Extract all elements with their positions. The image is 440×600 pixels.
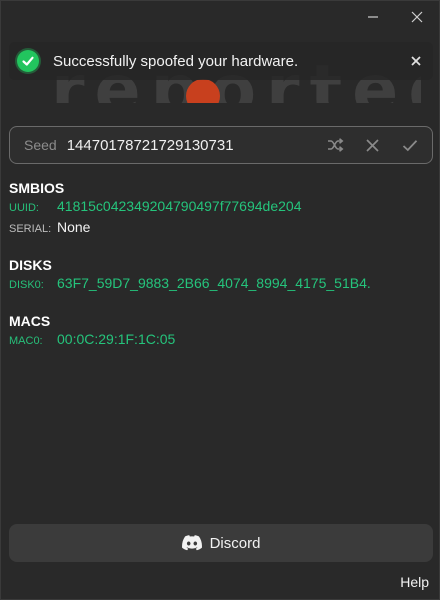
close-icon: [411, 11, 423, 23]
uuid-value: 41815c042349204790497f77694de204: [57, 198, 302, 214]
uuid-key: UUID:: [9, 202, 39, 214]
uuid-row: UUID: 41815c042349204790497f77694de204: [9, 198, 301, 219]
app-window: reported Successfully spoofed your hardw…: [0, 0, 440, 600]
disk0-key: DISK0:: [9, 279, 44, 291]
discord-label: Discord: [209, 534, 261, 552]
window-controls: [351, 1, 439, 33]
confirm-icon: [402, 139, 417, 151]
macs-title: MACS: [9, 313, 51, 329]
seed-input[interactable]: [66, 136, 317, 154]
randomize-seed-button[interactable]: [317, 129, 354, 161]
seed-field: Seed: [9, 126, 433, 164]
minimize-icon: [368, 16, 378, 18]
discord-button[interactable]: Discord: [9, 524, 433, 562]
toast-message: Successfully spoofed your hardware.: [53, 52, 299, 70]
smbios-title: SMBIOS: [9, 180, 65, 196]
seed-actions: [317, 129, 428, 161]
discord-icon: [181, 535, 202, 551]
smbios-section: SMBIOS UUID: 41815c042349204790497f77694…: [9, 178, 301, 240]
help-link[interactable]: Help: [400, 574, 429, 590]
mac0-row: MAC0: 00:0C:29:1F:1C:05: [9, 331, 175, 352]
close-window-button[interactable]: [395, 1, 439, 33]
serial-key: SERIAL:: [9, 223, 52, 235]
serial-row: SERIAL: None: [9, 219, 301, 240]
clear-seed-button[interactable]: [354, 129, 391, 161]
serial-value: None: [57, 219, 91, 235]
macs-section: MACS MAC0: 00:0C:29:1F:1C:05: [9, 311, 175, 352]
mac0-key: MAC0:: [9, 335, 43, 347]
clear-icon: [366, 138, 379, 152]
seed-label: Seed: [24, 137, 57, 153]
disks-section: DISKS DISK0: 63F7_59D7_9883_2B66_4074_89…: [9, 255, 371, 296]
success-toast: Successfully spoofed your hardware.: [9, 42, 433, 80]
mac0-value: 00:0C:29:1F:1C:05: [57, 331, 176, 347]
close-icon: [411, 56, 421, 66]
disk0-value: 63F7_59D7_9883_2B66_4074_8994_4175_51B4.: [57, 275, 371, 291]
disks-title: DISKS: [9, 257, 52, 273]
confirm-seed-button[interactable]: [391, 129, 428, 161]
check-circle-icon: [17, 50, 39, 72]
shuffle-icon: [328, 138, 344, 152]
disk0-row: DISK0: 63F7_59D7_9883_2B66_4074_8994_417…: [9, 275, 371, 296]
logo-dot: [186, 79, 220, 103]
minimize-button[interactable]: [351, 1, 395, 33]
toast-close-button[interactable]: [401, 46, 431, 76]
